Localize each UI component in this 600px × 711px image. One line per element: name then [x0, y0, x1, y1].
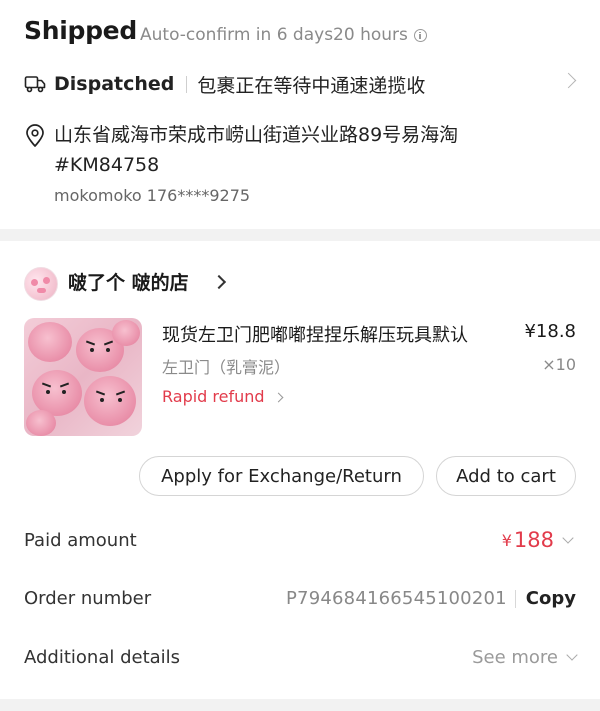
chevron-right-icon[interactable]	[211, 274, 227, 290]
additional-details-label: Additional details	[24, 647, 181, 668]
order-number-label: Order number	[24, 588, 152, 609]
store-name[interactable]: 啵了个 啵的店	[68, 268, 189, 295]
paid-currency: ¥	[501, 530, 512, 550]
recipient-contact: mokomoko 176****9275	[54, 186, 251, 205]
chevron-down-icon	[566, 649, 578, 661]
paid-amount-label: Paid amount	[24, 530, 137, 551]
divider	[186, 75, 188, 93]
auto-confirm-text[interactable]: Auto-confirm in 6 days20 hours	[140, 25, 427, 45]
order-number-row: P794684166545100201 Copy	[286, 588, 576, 609]
shipping-address: 山东省威海市荣成市崂山街道兴业路89号易海淘#KM84758	[54, 124, 459, 176]
dispatch-text: 包裹正在等待中通速递揽收	[197, 74, 426, 97]
product-variant: 左卫门（乳膏泥）	[162, 358, 291, 377]
logistics-row[interactable]: Dispatched 包裹正在等待中通速递揽收	[24, 70, 580, 98]
copy-button[interactable]: Copy	[526, 588, 576, 609]
product-quantity: ×10	[542, 355, 576, 374]
info-icon[interactable]	[413, 28, 427, 42]
shipping-card: Shipped Auto-confirm in 6 days20 hours D…	[0, 0, 600, 229]
location-pin-icon	[26, 124, 44, 147]
product-price: ¥18.8	[524, 321, 576, 342]
rapid-refund-label: Rapid refund	[162, 387, 265, 406]
dispatch-label: Dispatched	[54, 73, 175, 95]
auto-confirm-label: Auto-confirm in 6 days20 hours	[140, 25, 408, 45]
rapid-refund-link[interactable]: Rapid refund	[162, 387, 284, 406]
shipping-status-title: Shipped	[24, 16, 137, 45]
divider	[514, 589, 516, 608]
paid-amount-value: 188	[513, 528, 554, 552]
order-card: 啵了个 啵的店 现货左卫门肥嘟嘟捏捏乐解压玩具默认 ¥18.8 左卫门（乳膏泥）…	[0, 241, 600, 699]
add-to-cart-button[interactable]: Add to cart	[436, 456, 576, 496]
see-more-button[interactable]: See more	[472, 647, 578, 668]
see-more-label: See more	[472, 647, 558, 668]
order-number-value: P794684166545100201	[286, 588, 507, 609]
truck-icon	[24, 76, 46, 93]
product-title[interactable]: 现货左卫门肥嘟嘟捏捏乐解压玩具默认	[162, 321, 516, 347]
chevron-right-icon	[560, 72, 577, 89]
paid-amount-toggle[interactable]: ¥ 188	[501, 528, 574, 552]
chevron-right-icon	[273, 392, 284, 402]
exchange-return-button[interactable]: Apply for Exchange/Return	[139, 456, 424, 496]
product-image[interactable]	[24, 318, 142, 436]
store-avatar[interactable]	[24, 267, 58, 301]
chevron-down-icon	[562, 531, 574, 544]
